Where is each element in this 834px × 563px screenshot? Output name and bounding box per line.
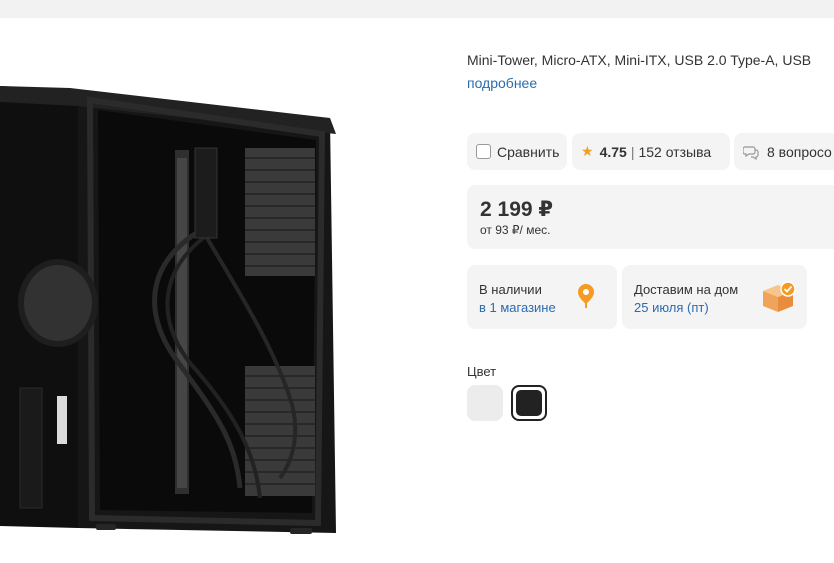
rating-value: 4.75 [599,143,627,160]
compare-button[interactable]: Сравнить [467,133,567,170]
color-swatch-black[interactable] [511,385,547,421]
product-specs: Mini-Tower, Micro-ATX, Mini-ITX, USB 2.0… [467,52,812,68]
delivery-title: Доставим на дом [634,282,739,297]
availability-stores-link[interactable]: в 1 магазине [479,300,556,315]
questions-button[interactable]: 8 вопросо [734,133,834,170]
availability-card[interactable]: В наличии в 1 магазине [467,265,617,329]
delivery-card[interactable]: Доставим на дом 25 июля (пт) [622,265,807,329]
delivery-date-link[interactable]: 25 июля (пт) [634,300,709,315]
rating-separator: | [630,143,635,160]
questions-count: 8 вопросо [767,143,832,160]
compare-checkbox[interactable] [476,144,491,159]
star-icon: ★ [581,143,594,159]
color-label: Цвет [467,364,497,379]
product-image[interactable] [0,78,345,548]
reviews-count: 152 отзыва [638,143,712,160]
availability-title: В наличии [479,282,542,297]
more-details-link[interactable]: подробнее [467,75,537,91]
top-bar [0,0,834,18]
rating-reviews-button[interactable]: ★ 4.75 | 152 отзыва [572,133,730,170]
chat-bubbles-icon [743,144,759,160]
color-swatch-white[interactable] [467,385,503,421]
price-block: 2 199 ₽ от 93 ₽/ мес. [467,185,834,249]
color-swatch-black-fill [516,390,542,416]
package-check-icon [760,281,796,318]
location-pin-icon [577,283,595,314]
price-value: 2 199 ₽ [480,198,553,221]
installment-price[interactable]: от 93 ₽/ мес. [480,223,550,237]
compare-label: Сравнить [497,143,560,160]
